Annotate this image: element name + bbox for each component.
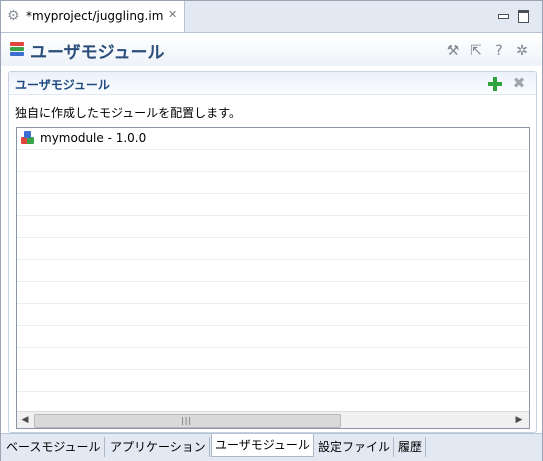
module-list-rows: mymodule - 1.0.0: [17, 128, 529, 414]
list-item[interactable]: mymodule - 1.0.0: [17, 128, 529, 150]
empty-row: [17, 150, 529, 172]
empty-row: [17, 370, 529, 392]
wand-icon[interactable]: ⚒: [445, 43, 461, 59]
user-module-section: ユーザモジュール ✖ 独自に作成したモジュールを配置します。 mymodule …: [8, 71, 537, 433]
settings-gear-icon[interactable]: ✲: [514, 43, 530, 59]
tab-history[interactable]: 履歴: [395, 437, 427, 457]
empty-row: [17, 238, 529, 260]
add-icon[interactable]: [488, 77, 502, 91]
bottom-tab-bar: ベースモジュール アプリケーション ユーザモジュール 設定ファイル 履歴: [1, 433, 542, 461]
arrows-icon[interactable]: ⇱: [468, 43, 484, 59]
maximize-icon[interactable]: [518, 10, 530, 23]
empty-row: [17, 172, 529, 194]
module-stack-icon: [10, 42, 24, 57]
editor-tab-bar: ⚙ *myproject/juggling.im ✕: [1, 1, 542, 33]
scrollbar-grip: |||: [181, 416, 193, 425]
scrollbar-thumb[interactable]: |||: [34, 414, 341, 428]
tab-base-modules[interactable]: ベースモジュール: [3, 437, 105, 457]
editor-tab-title: *myproject/juggling.im: [26, 9, 164, 23]
section-title: ユーザモジュール: [15, 78, 110, 92]
tab-settings-files[interactable]: 設定ファイル: [315, 437, 395, 457]
list-item-label: mymodule - 1.0.0: [40, 131, 147, 145]
empty-row: [17, 216, 529, 238]
module-icon: [21, 131, 35, 145]
empty-row: [17, 304, 529, 326]
horizontal-scrollbar[interactable]: ◀ ||| ▶: [17, 411, 529, 428]
scroll-left-icon[interactable]: ◀: [20, 415, 30, 425]
empty-row: [17, 194, 529, 216]
empty-row: [17, 282, 529, 304]
close-icon[interactable]: ✕: [168, 9, 180, 21]
gear-icon: ⚙: [7, 8, 20, 24]
empty-row: [17, 326, 529, 348]
section-description: 独自に作成したモジュールを配置します。: [15, 106, 241, 120]
page-title: ユーザモジュール: [30, 43, 165, 63]
section-header: ユーザモジュール ✖: [9, 72, 536, 95]
tab-user-modules[interactable]: ユーザモジュール: [211, 434, 314, 457]
scroll-right-icon[interactable]: ▶: [514, 415, 524, 425]
help-icon[interactable]: ?: [491, 43, 507, 59]
module-list[interactable]: mymodule - 1.0.0 ◀ ||| ▶: [16, 127, 530, 429]
tab-applications[interactable]: アプリケーション: [107, 437, 210, 457]
editor-tab[interactable]: ⚙ *myproject/juggling.im ✕: [1, 1, 185, 32]
empty-row: [17, 260, 529, 282]
editor-frame: ⚙ *myproject/juggling.im ✕ ユーザモジュール ⚒ ⇱ …: [0, 0, 543, 461]
empty-row: [17, 348, 529, 370]
remove-icon[interactable]: ✖: [512, 76, 526, 91]
minimize-icon[interactable]: [497, 10, 509, 22]
